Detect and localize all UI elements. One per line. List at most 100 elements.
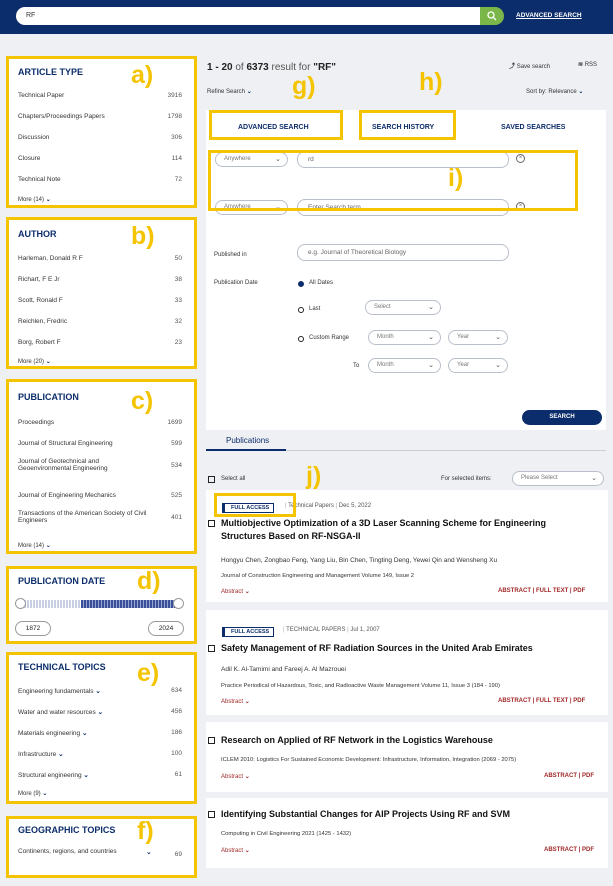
slider-handle-end[interactable]	[173, 598, 184, 609]
article-links[interactable]: ABSTRACT | FULL TEXT | PDF	[498, 698, 585, 704]
date-histogram-slider[interactable]	[21, 600, 177, 608]
chevron-down-icon: ⌄	[428, 304, 434, 311]
abstract-toggle[interactable]: Abstract ⌄	[221, 773, 250, 780]
article-links[interactable]: ABSTRACT | FULL TEXT | PDF	[498, 588, 585, 594]
article-journal: Journal of Construction Engineering and …	[221, 573, 415, 579]
select-all-checkbox[interactable]	[208, 476, 215, 483]
save-search-link[interactable]: ⤴ Save search	[509, 61, 550, 70]
result-checkbox[interactable]	[208, 645, 215, 652]
callout-j: j)	[306, 462, 322, 490]
callout-a: a)	[131, 61, 154, 89]
article-title-link[interactable]: Identifying Substantial Changes for AIP …	[221, 808, 510, 821]
full-access-badge: FULL ACCESS	[222, 627, 275, 637]
chevron-down-icon[interactable]: ⌄	[95, 688, 100, 695]
chevron-down-icon[interactable]: ⌄	[58, 751, 63, 758]
article-links[interactable]: ABSTRACT | PDF	[544, 773, 594, 779]
facet-item[interactable]: Scott, Ronald F 33	[18, 297, 182, 304]
slider-handle-start[interactable]	[15, 598, 26, 609]
published-in-input[interactable]: e.g. Journal of Theoretical Biology	[297, 244, 509, 261]
article-links[interactable]: ABSTRACT | PDF	[544, 847, 594, 853]
abstract-toggle[interactable]: Abstract ⌄	[221, 698, 250, 705]
chevron-down-icon[interactable]: ⌄	[146, 848, 151, 856]
more-link[interactable]: More (14) ⌄	[18, 196, 51, 203]
callout-g: g)	[292, 72, 316, 100]
article-title-link[interactable]: Safety Management of RF Radiation Source…	[221, 642, 611, 655]
publications-tab-active-line	[206, 449, 286, 451]
facet-item[interactable]: Reichlen, Fredric 32	[18, 318, 182, 325]
advanced-search-link[interactable]: ADVANCED SEARCH	[516, 12, 582, 19]
facet-item[interactable]: Journal of Geotechnical and Geoenvironme…	[18, 458, 182, 472]
tab-saved-searches[interactable]: SAVED SEARCHES	[501, 124, 565, 131]
top-navigation-bar: RF ADVANCED SEARCH	[0, 0, 613, 34]
chevron-down-icon: ⌄	[244, 774, 250, 780]
facet-item[interactable]: Discussion 306	[18, 134, 182, 141]
facet-item[interactable]: Structural engineering ⌄ 61	[18, 771, 182, 779]
article-journal: ICLEM 2010: Logistics For Sustained Econ…	[221, 757, 517, 763]
chevron-down-icon: ⌄	[45, 359, 51, 365]
result-checkbox[interactable]	[208, 737, 215, 744]
callout-j-box	[214, 493, 296, 517]
facet-item[interactable]: Infrastructure ⌄ 100	[18, 750, 182, 758]
facet-item[interactable]: Chapters/Proceedings Papers 1798	[18, 113, 182, 120]
bulk-action-select[interactable]: Please Select ⌄	[512, 471, 604, 486]
facet-item[interactable]: Proceedings 1699	[18, 419, 182, 426]
chevron-down-icon[interactable]: ⌄	[82, 730, 87, 737]
facet-item[interactable]: Continents, regions, and countries ⌄ 69	[18, 848, 182, 858]
article-meta: | Technical Papers | Dec 5, 2022	[285, 503, 372, 509]
chevron-down-icon[interactable]: ⌄	[98, 709, 103, 716]
more-link[interactable]: More (20) ⌄	[18, 358, 51, 365]
tab-publications[interactable]: Publications	[226, 436, 269, 445]
from-year-select[interactable]: Year ⌄	[448, 330, 508, 345]
more-link[interactable]: More (14) ⌄	[18, 542, 51, 549]
result-checkbox[interactable]	[208, 520, 215, 527]
facet-item[interactable]: Materials engineering ⌄ 186	[18, 729, 182, 737]
radio-custom-range[interactable]	[298, 336, 304, 342]
sort-by-select[interactable]: Sort by: Relevance ⌄	[526, 88, 583, 95]
chevron-down-icon: ⌄	[578, 89, 584, 95]
search-icon	[487, 11, 497, 21]
date-to-input[interactable]: 2024	[148, 621, 184, 636]
refine-search-toggle[interactable]: Refine Search ⌄	[207, 88, 252, 95]
facet-item[interactable]: Journal of Engineering Mechanics 525	[18, 492, 182, 499]
facet-item[interactable]: Technical Note 72	[18, 176, 182, 183]
article-title-link[interactable]: Research on Applied of RF Network in the…	[221, 734, 493, 747]
last-period-select[interactable]: Select ⌄	[365, 300, 441, 315]
chevron-down-icon: ⌄	[244, 589, 250, 595]
rss-link[interactable]: ≋ RSS	[578, 61, 597, 68]
search-input[interactable]: RF	[16, 7, 480, 25]
to-month-select[interactable]: Month ⌄	[368, 358, 441, 373]
last-label: Last	[309, 306, 321, 312]
facet-item[interactable]: Richart, F E Jr 38	[18, 276, 182, 283]
chevron-down-icon[interactable]: ⌄	[83, 772, 88, 779]
more-link[interactable]: More (9) ⌄	[18, 790, 47, 797]
abstract-toggle[interactable]: Abstract ⌄	[221, 847, 250, 854]
facet-item[interactable]: Journal of Structural Engineering 599	[18, 440, 182, 447]
callout-h: h)	[419, 68, 443, 96]
date-from-input[interactable]: 1872	[15, 621, 51, 636]
radio-last[interactable]	[298, 307, 304, 313]
all-dates-label: All Dates	[309, 280, 334, 286]
chevron-down-icon: ⌄	[45, 543, 51, 549]
from-month-select[interactable]: Month ⌄	[368, 330, 441, 345]
article-journal: Practice Periodical of Hazardous, Toxic,…	[221, 683, 500, 689]
save-search-icon: ⤴	[509, 64, 516, 70]
facet-item[interactable]: Transactions of the American Society of …	[18, 510, 182, 524]
facet-item[interactable]: Borg, Robert F 23	[18, 339, 182, 346]
search-button[interactable]	[480, 7, 504, 25]
search-submit-button[interactable]: SEARCH	[522, 410, 602, 425]
facet-item[interactable]: Closure 114	[18, 155, 182, 162]
publication-date-facet: PUBLICATION DATE d) 1872 2024	[6, 566, 197, 644]
callout-d: d)	[137, 567, 161, 595]
abstract-toggle[interactable]: Abstract ⌄	[221, 588, 250, 595]
result-checkbox[interactable]	[208, 811, 215, 818]
to-year-select[interactable]: Year ⌄	[448, 358, 508, 373]
article-title-link[interactable]: Multiobjective Optimization of a 3D Lase…	[221, 517, 556, 543]
facet-item[interactable]: Technical Paper 3916	[18, 92, 182, 99]
publication-facet: PUBLICATION c) Proceedings 1699 Journal o…	[6, 379, 197, 554]
radio-all-dates[interactable]	[298, 281, 304, 287]
chevron-down-icon: ⌄	[428, 362, 434, 369]
facet-item[interactable]: Harleman, Donald R F 50	[18, 255, 182, 262]
facet-item[interactable]: Engineering fundamentals ⌄ 634	[18, 687, 182, 695]
chevron-down-icon: ⌄	[495, 334, 501, 341]
facet-item[interactable]: Water and water resources ⌄ 456	[18, 708, 182, 716]
